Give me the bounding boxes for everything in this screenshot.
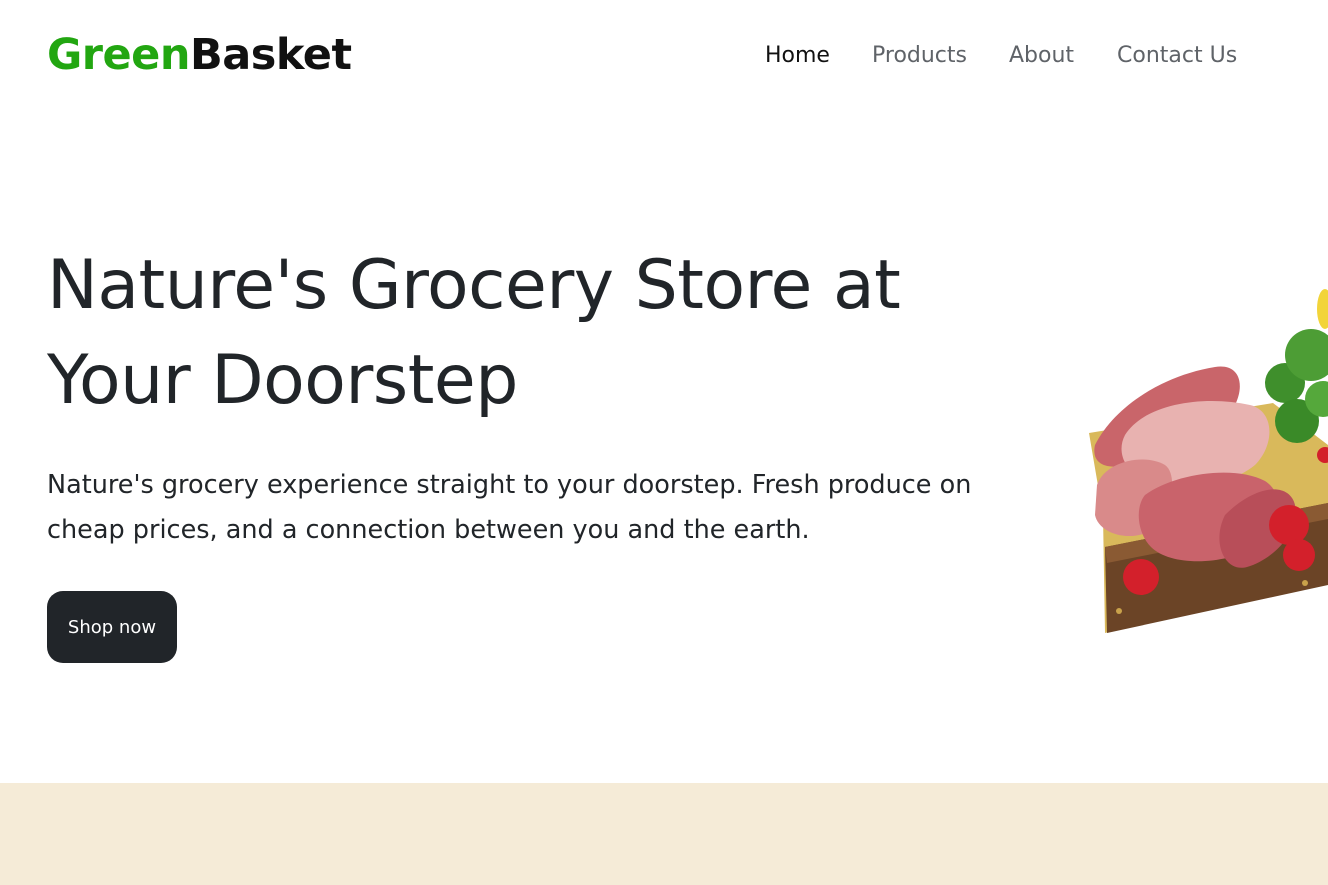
shop-now-button[interactable]: Shop now xyxy=(47,591,177,663)
basket-rivet xyxy=(1116,608,1122,614)
brand-logo[interactable]: GreenBasket xyxy=(47,28,352,82)
brand-logo-dark-text: Basket xyxy=(189,30,352,80)
tomato xyxy=(1283,539,1315,571)
basket-rivet xyxy=(1302,580,1308,586)
nav-home[interactable]: Home xyxy=(765,40,830,72)
features-band xyxy=(0,783,1328,885)
navbar: GreenBasket Home Products About Contact … xyxy=(0,0,1328,110)
nav-products[interactable]: Products xyxy=(872,40,967,72)
nav-about[interactable]: About xyxy=(1009,40,1074,72)
tomato xyxy=(1269,505,1309,545)
nav-contact-us[interactable]: Contact Us xyxy=(1117,40,1237,72)
brand-logo-green-text: Green xyxy=(47,30,190,80)
hero-title: Nature's Grocery Store at Your Doorstep xyxy=(47,246,901,420)
corn-shape xyxy=(1317,289,1328,329)
tomato xyxy=(1123,559,1159,595)
grocery-basket-image xyxy=(1089,289,1328,633)
hero-description: Nature's grocery experience straight to … xyxy=(47,470,972,545)
